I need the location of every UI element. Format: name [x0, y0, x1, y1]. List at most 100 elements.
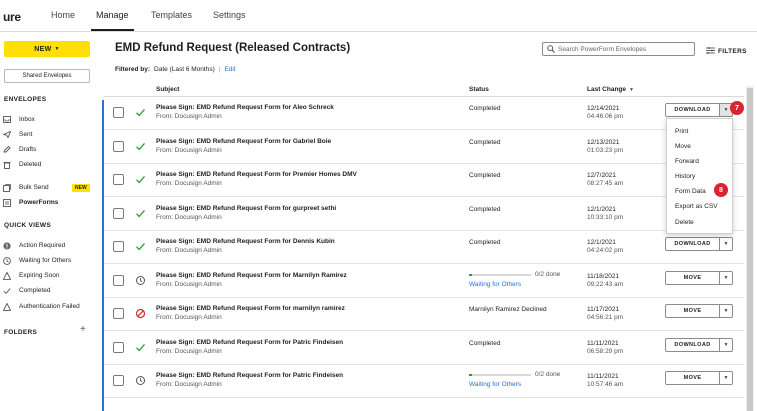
row-status: Completed	[469, 206, 501, 213]
row-subject[interactable]: Please Sign: EMD Refund Request Form for…	[156, 339, 343, 346]
row-time: 06:58:29 pm	[587, 348, 624, 355]
progress-label: 0/2 done	[535, 371, 561, 378]
menu-item-print[interactable]: Print	[675, 128, 688, 135]
new-button[interactable]: NEW ▼	[4, 41, 90, 57]
completed-check-icon	[135, 241, 146, 252]
chevron-down-icon[interactable]: ▼	[719, 271, 733, 285]
row-time: 04:46:06 pm	[587, 113, 624, 120]
quick-view-authentication-failed[interactable]: Authentication Failed	[0, 300, 100, 313]
progress-label: 0/2 done	[535, 271, 561, 278]
filters-button[interactable]: FILTERS	[706, 47, 747, 56]
waiting-for-others-link[interactable]: Waiting for Others	[469, 381, 521, 388]
column-header-status[interactable]: Status	[469, 86, 489, 93]
row-subject[interactable]: Please Sign: EMD Refund Request Form for…	[156, 272, 347, 279]
edit-filter-link[interactable]: Edit	[224, 66, 235, 73]
row-checkbox[interactable]	[113, 241, 124, 252]
row-subject[interactable]: Please Sign: EMD Refund Request Form for…	[156, 372, 343, 379]
inbox-icon	[3, 116, 15, 123]
signing-progress-bar	[469, 274, 531, 276]
row-subject[interactable]: Please Sign: EMD Refund Request Form for…	[156, 171, 357, 178]
column-header-last-change[interactable]: Last Change ▼	[587, 86, 634, 93]
row-checkbox[interactable]	[113, 275, 124, 286]
separator: |	[218, 66, 221, 73]
tab-home[interactable]: Home	[51, 10, 75, 20]
menu-item-form-data[interactable]: Form Data	[675, 188, 706, 195]
table-row[interactable]: Please Sign: EMD Refund Request Form for…	[104, 198, 744, 231]
column-header-subject[interactable]: Subject	[156, 86, 179, 93]
row-action-button[interactable]: DOWNLOAD	[665, 103, 720, 117]
scrollbar-thumb[interactable]	[747, 88, 753, 411]
row-time: 04:24:02 pm	[587, 247, 624, 254]
quick-view-expiring-soon[interactable]: Expiring Soon	[0, 269, 100, 282]
row-action-button[interactable]: DOWNLOAD	[665, 338, 720, 352]
tab-settings[interactable]: Settings	[213, 10, 246, 20]
completed-check-icon	[135, 342, 146, 353]
sidebar-item-drafts[interactable]: Drafts	[0, 143, 100, 156]
menu-item-delete[interactable]: Delete	[675, 219, 694, 226]
chevron-down-icon[interactable]: ▼	[719, 304, 733, 318]
sidebar-item-label: Action Required	[19, 242, 66, 249]
sidebar-item-powerforms[interactable]: PowerForms	[0, 196, 100, 209]
table-row[interactable]: Please Sign: EMD Refund Request Form for…	[104, 131, 744, 164]
chevron-down-icon[interactable]: ▼	[719, 237, 733, 251]
quick-view-waiting[interactable]: Waiting for Others	[0, 254, 100, 267]
chevron-down-icon[interactable]: ▼	[719, 338, 733, 352]
drafts-icon	[3, 146, 15, 153]
row-time: 01:03:23 pm	[587, 147, 624, 154]
row-subject[interactable]: Please Sign: EMD Refund Request Form for…	[156, 305, 345, 312]
row-checkbox[interactable]	[113, 107, 124, 118]
sidebar-item-label: Authentication Failed	[19, 303, 80, 310]
table-row[interactable]: Please Sign: EMD Refund Request Form for…	[104, 365, 744, 398]
sidebar-item-label: Waiting for Others	[19, 257, 72, 264]
tab-templates[interactable]: Templates	[151, 10, 192, 20]
row-checkbox[interactable]	[113, 342, 124, 353]
clock-icon	[3, 256, 15, 265]
row-checkbox[interactable]	[113, 174, 124, 185]
row-action-button[interactable]: MOVE	[665, 371, 720, 385]
table-row[interactable]: Please Sign: EMD Refund Request Form for…	[104, 97, 744, 130]
row-checkbox[interactable]	[113, 308, 124, 319]
row-time: 10:57:46 am	[587, 381, 624, 388]
shared-envelopes-button[interactable]: Shared Envelopes	[4, 69, 90, 83]
menu-item-move[interactable]: Move	[675, 143, 691, 150]
check-icon	[3, 287, 15, 295]
row-action-button[interactable]: MOVE	[665, 271, 720, 285]
row-subject[interactable]: Please Sign: EMD Refund Request Form for…	[156, 205, 336, 212]
sidebar: NEW ▼ Shared Envelopes ENVELOPES Inbox S…	[0, 33, 102, 411]
bulk-send-icon	[3, 183, 15, 192]
row-checkbox[interactable]	[113, 208, 124, 219]
row-subject[interactable]: Please Sign: EMD Refund Request Form for…	[156, 138, 331, 145]
row-action-button[interactable]: DOWNLOAD	[665, 237, 720, 251]
add-folder-icon[interactable]: +	[80, 324, 86, 335]
quick-view-completed[interactable]: Completed	[0, 284, 100, 297]
search-box[interactable]	[542, 42, 695, 56]
menu-item-forward[interactable]: Forward	[675, 158, 699, 165]
table-row[interactable]: Please Sign: EMD Refund Request Form for…	[104, 298, 744, 331]
table-row[interactable]: Please Sign: EMD Refund Request Form for…	[104, 164, 744, 197]
tab-manage[interactable]: Manage	[96, 10, 129, 20]
sidebar-item-sent[interactable]: Sent	[0, 128, 100, 141]
chevron-down-icon: ▼	[54, 46, 60, 52]
row-checkbox[interactable]	[113, 375, 124, 386]
row-subject[interactable]: Please Sign: EMD Refund Request Form for…	[156, 104, 334, 111]
menu-item-history[interactable]: History	[675, 173, 695, 180]
table-row[interactable]: Please Sign: EMD Refund Request Form for…	[104, 231, 744, 264]
sidebar-item-deleted[interactable]: Deleted	[0, 158, 100, 171]
menu-item-export-csv[interactable]: Export as CSV	[675, 203, 718, 210]
action-required-icon	[3, 241, 15, 250]
table-row[interactable]: Please Sign: EMD Refund Request Form for…	[104, 332, 744, 365]
row-time: 04:56:21 pm	[587, 314, 624, 321]
search-input[interactable]	[558, 45, 688, 53]
trash-icon	[3, 161, 15, 169]
table-row[interactable]: Please Sign: EMD Refund Request Form for…	[104, 265, 744, 298]
chevron-down-icon[interactable]: ▼	[719, 371, 733, 385]
sidebar-item-inbox[interactable]: Inbox	[0, 113, 100, 126]
waiting-for-others-link[interactable]: Waiting for Others	[469, 281, 521, 288]
quick-view-action-required[interactable]: Action Required	[0, 239, 100, 252]
row-action-button[interactable]: MOVE	[665, 304, 720, 318]
completed-check-icon	[135, 141, 146, 152]
row-subject[interactable]: Please Sign: EMD Refund Request Form for…	[156, 238, 335, 245]
filters-label: FILTERS	[718, 48, 747, 55]
filter-icon	[706, 47, 715, 56]
row-checkbox[interactable]	[113, 141, 124, 152]
